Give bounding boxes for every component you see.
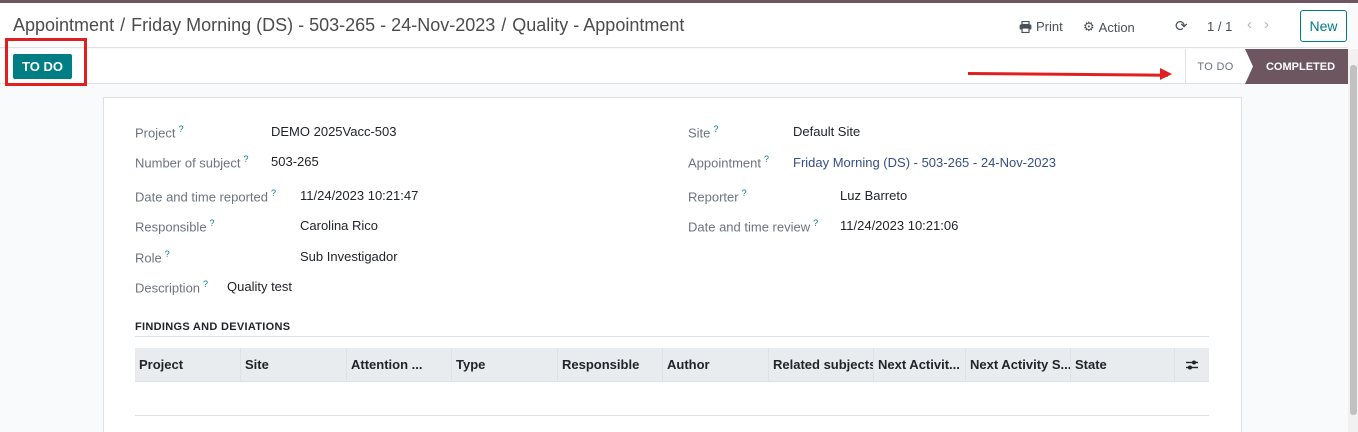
action-label: Action xyxy=(1098,19,1135,35)
reported-value[interactable]: 11/24/2023 10:21:47 xyxy=(300,188,418,203)
role-value[interactable]: Sub Investigador xyxy=(300,249,398,264)
print-label: Print xyxy=(1036,19,1063,34)
reporter-label: Reporter? xyxy=(688,188,747,205)
help-icon[interactable]: ? xyxy=(713,124,718,134)
help-icon[interactable]: ? xyxy=(271,188,276,198)
help-icon[interactable]: ? xyxy=(742,188,747,198)
action-button[interactable]: ⚙ Action xyxy=(1083,19,1135,35)
annotation-arrow-head xyxy=(1160,68,1172,80)
review-value[interactable]: 11/24/2023 10:21:06 xyxy=(840,218,958,233)
chevron-right-icon[interactable]: › xyxy=(1264,16,1277,33)
breadcrumb-item-current: Quality - Appointment xyxy=(512,15,685,35)
appointment-label: Appointment? xyxy=(688,154,770,171)
gear-icon: ⚙ xyxy=(1083,19,1095,34)
responsible-value[interactable]: Carolina Rico xyxy=(300,218,378,233)
column-responsible[interactable]: Responsible xyxy=(558,348,663,381)
site-label: Site? xyxy=(688,124,719,141)
column-attention[interactable]: Attention ... xyxy=(347,348,452,381)
help-icon[interactable]: ? xyxy=(178,124,183,134)
new-button[interactable]: New xyxy=(1300,10,1347,42)
review-label: Date and time review? xyxy=(688,218,819,235)
column-state[interactable]: State xyxy=(1071,348,1175,381)
subject-label: Number of subject? xyxy=(135,154,249,171)
reporter-value[interactable]: Luz Barreto xyxy=(840,188,907,203)
status-bar: TO DO TO DO COMPLETED xyxy=(0,49,1348,84)
help-icon[interactable]: ? xyxy=(165,249,170,259)
print-button[interactable]: Print xyxy=(1019,19,1063,34)
column-related-subjects[interactable]: Related subjects xyxy=(769,348,874,381)
stage-completed[interactable]: COMPLETED xyxy=(1245,49,1348,84)
help-icon[interactable]: ? xyxy=(203,279,208,289)
annotation-highlight-box xyxy=(5,38,87,86)
project-value[interactable]: DEMO 2025Vacc-503 xyxy=(271,124,397,139)
control-panel: Appointment / Friday Morning (DS) - 503-26… xyxy=(0,3,1348,48)
help-icon[interactable]: ? xyxy=(210,218,215,228)
findings-table-header: Project Site Attention ... Type Responsi… xyxy=(135,348,1209,382)
pager-value[interactable]: 1 / 1 xyxy=(1207,19,1232,34)
refresh-icon[interactable]: ⟳ xyxy=(1175,17,1188,35)
breadcrumb-separator: / xyxy=(120,15,126,35)
appointment-link[interactable]: Friday Morning (DS) - 503-265 - 24-Nov-2… xyxy=(793,155,1056,170)
findings-section-title: FINDINGS AND DEVIATIONS xyxy=(135,321,291,333)
role-label: Role? xyxy=(135,249,170,266)
help-icon[interactable]: ? xyxy=(813,218,818,228)
column-next-activity[interactable]: Next Activit... xyxy=(874,348,966,381)
project-label: Project? xyxy=(135,124,184,141)
column-author[interactable]: Author xyxy=(663,348,769,381)
description-label: Description? xyxy=(135,279,209,296)
breadcrumb-item-appointment[interactable]: Appointment xyxy=(13,15,114,35)
column-site[interactable]: Site xyxy=(241,348,347,381)
subject-value[interactable]: 503-265 xyxy=(271,154,319,169)
table-row-divider xyxy=(135,415,1209,416)
description-value[interactable]: Quality test xyxy=(227,279,292,294)
column-settings-icon[interactable] xyxy=(1175,348,1209,381)
breadcrumb-item-record[interactable]: Friday Morning (DS) - 503-265 - 24-Nov-2… xyxy=(131,15,495,35)
breadcrumb: Appointment / Friday Morning (DS) - 503-26… xyxy=(13,15,684,36)
reported-label: Date and time reported? xyxy=(135,188,276,205)
printer-icon xyxy=(1019,20,1032,33)
column-type[interactable]: Type xyxy=(452,348,558,381)
section-divider xyxy=(135,336,1209,337)
pager-navigation: ‹ › xyxy=(1247,16,1277,33)
column-next-activity-summary[interactable]: Next Activity S... xyxy=(966,348,1071,381)
scrollbar-thumb[interactable] xyxy=(1350,65,1357,415)
help-icon[interactable]: ? xyxy=(764,154,769,164)
help-icon[interactable]: ? xyxy=(244,154,249,164)
chevron-left-icon[interactable]: ‹ xyxy=(1247,16,1260,33)
breadcrumb-separator: / xyxy=(501,15,507,35)
site-value[interactable]: Default Site xyxy=(793,124,860,139)
responsible-label: Responsible? xyxy=(135,218,215,235)
stage-todo[interactable]: TO DO xyxy=(1185,49,1245,84)
column-project[interactable]: Project xyxy=(135,348,241,381)
